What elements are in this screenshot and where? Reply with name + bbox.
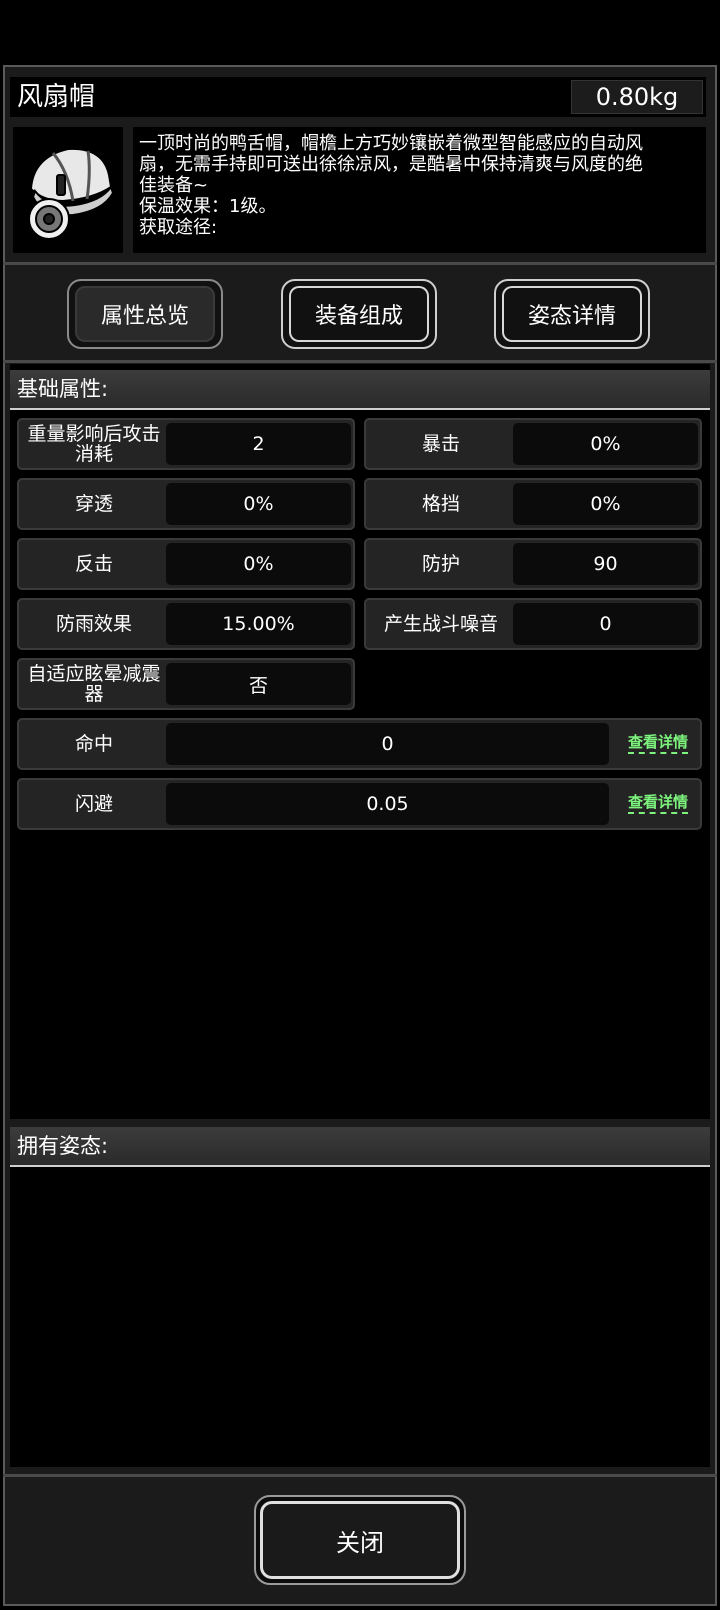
- poses-list: [10, 1167, 710, 1467]
- stat-value: 0%: [166, 483, 351, 525]
- stat-label: 防护: [421, 553, 460, 575]
- description-line: 获取途径:: [139, 217, 218, 238]
- basic-attributes-title: 基础属性:: [10, 370, 710, 410]
- tab-label: 属性总览: [75, 286, 215, 342]
- description-line: 佳装备~: [139, 175, 209, 196]
- stat-value: 0%: [513, 483, 698, 525]
- fan-cap-icon: [28, 147, 115, 240]
- stat-label: 反击: [74, 553, 113, 575]
- stat-value: 0: [166, 723, 609, 765]
- stat-rain-resist: 防雨效果 15.00%: [17, 598, 355, 650]
- divider: [3, 1474, 717, 1477]
- stat-combat-noise: 产生战斗噪音 0: [364, 598, 702, 650]
- stat-value: 0.05: [166, 783, 609, 825]
- stat-penetration: 穿透 0%: [17, 478, 355, 530]
- stat-label: 命中: [74, 733, 113, 755]
- stat-protection: 防护 90: [364, 538, 702, 590]
- stat-value: 0%: [513, 423, 698, 465]
- item-weight: 0.80kg: [571, 80, 703, 114]
- stat-hit: 命中 0 查看详情: [17, 718, 702, 770]
- stat-label: 暴击: [421, 433, 460, 455]
- stat-label: 闪避: [74, 793, 113, 815]
- stat-block: 格挡 0%: [364, 478, 702, 530]
- view-details-link[interactable]: 查看详情: [627, 732, 688, 754]
- tab-pose-details[interactable]: 姿态详情: [494, 279, 650, 349]
- tab-label: 装备组成: [289, 286, 429, 342]
- item-icon-frame: [13, 127, 123, 253]
- description-line: 保温效果：1级。: [139, 196, 277, 217]
- stat-counter: 反击 0%: [17, 538, 355, 590]
- item-name: 风扇帽: [17, 82, 96, 112]
- stat-label: 格挡: [421, 493, 460, 515]
- description-line: 扇，无需手持即可送出徐徐凉风，是酷暑中保持清爽与风度的绝: [139, 154, 643, 175]
- tab-label: 姿态详情: [502, 286, 642, 342]
- stat-value: 否: [166, 663, 351, 705]
- tab-attribute-overview[interactable]: 属性总览: [67, 279, 223, 349]
- tab-equipment-composition[interactable]: 装备组成: [281, 279, 437, 349]
- stat-label: 自适应眩晕减震器: [27, 663, 161, 705]
- divider: [3, 262, 717, 265]
- stat-label: 产生战斗噪音: [383, 613, 498, 635]
- divider: [3, 360, 717, 363]
- poses-title: 拥有姿态:: [10, 1127, 710, 1167]
- stat-attack-cost: 重量影响后攻击消耗 2: [17, 418, 355, 470]
- stat-value: 0%: [166, 543, 351, 585]
- stat-label: 防雨效果: [55, 613, 132, 635]
- stat-label: 重量影响后攻击消耗: [27, 423, 161, 465]
- stat-value: 2: [166, 423, 351, 465]
- stat-value: 0: [513, 603, 698, 645]
- item-description: 一顶时尚的鸭舌帽，帽檐上方巧妙镶嵌着微型智能感应的自动风 扇，无需手持即可送出徐…: [133, 127, 706, 253]
- stat-value: 15.00%: [166, 603, 351, 645]
- close-button[interactable]: 关闭: [254, 1495, 466, 1585]
- stat-value: 90: [513, 543, 698, 585]
- stat-dodge: 闪避 0.05 查看详情: [17, 778, 702, 830]
- description-line: 一顶时尚的鸭舌帽，帽檐上方巧妙镶嵌着微型智能感应的自动风: [139, 133, 643, 154]
- stat-crit: 暴击 0%: [364, 418, 702, 470]
- stat-label: 穿透: [74, 493, 113, 515]
- stat-dizzy-absorber: 自适应眩晕减震器 否: [17, 658, 355, 710]
- close-button-label: 关闭: [260, 1501, 460, 1579]
- view-details-link[interactable]: 查看详情: [627, 792, 688, 814]
